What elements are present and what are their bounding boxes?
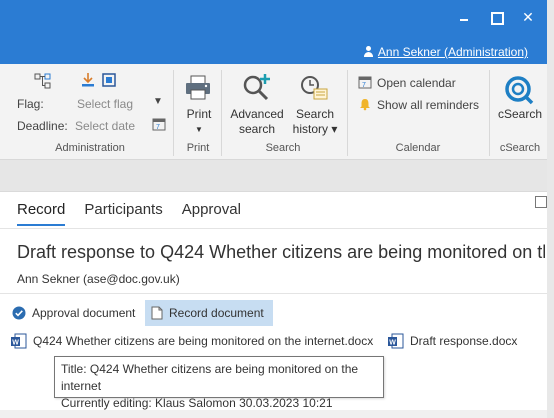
approval-document-tab[interactable]: Approval document — [6, 300, 141, 326]
bell-icon — [360, 99, 370, 111]
csearch-icon[interactable] — [504, 75, 534, 105]
check-circle-icon — [12, 306, 26, 320]
advanced-search-label-line1: Advanced — [230, 107, 284, 121]
svg-text:7: 7 — [362, 82, 366, 89]
group-separator — [347, 70, 348, 156]
maximize-button[interactable] — [488, 10, 504, 25]
group-title-search: Search — [265, 142, 301, 154]
word-document-icon: W — [388, 333, 404, 349]
search-history-label-line1: Search — [295, 107, 335, 121]
flag-label: Flag: — [17, 97, 44, 111]
print-label: Print — [186, 107, 212, 121]
group-title-administration: Administration — [55, 142, 125, 154]
deadline-label: Deadline: — [17, 119, 68, 133]
advanced-search-button[interactable]: Advanced search — [226, 107, 288, 137]
approval-document-label: Approval document — [32, 306, 136, 320]
search-history-icon[interactable] — [300, 74, 330, 102]
show-all-reminders-button[interactable]: Show all reminders — [377, 98, 479, 112]
file-item[interactable]: W Draft response.docx — [388, 333, 517, 349]
word-document-icon: W — [11, 333, 27, 349]
record-title: Draft response to Q424 Whether citizens … — [17, 242, 545, 262]
group-separator — [489, 70, 490, 156]
file-item[interactable]: W Q424 Whether citizens are being monito… — [11, 333, 373, 349]
csearch-button[interactable]: cSearch — [496, 107, 544, 122]
svg-text:W: W — [12, 340, 19, 347]
tooltip-title-line: Title: Q424 Whether citizens are being m… — [61, 362, 359, 393]
close-button[interactable]: ✕ — [520, 10, 536, 24]
scan-icon[interactable] — [101, 72, 117, 88]
group-separator — [173, 70, 174, 156]
user-name-link[interactable]: Ann Sekner (Administration) — [378, 45, 528, 59]
calendar-icon: 7 — [358, 76, 372, 89]
record-document-label: Record document — [169, 306, 264, 320]
chevron-down-icon: ▼ — [195, 125, 203, 134]
advanced-search-icon[interactable] — [241, 73, 273, 103]
tab-record[interactable]: Record — [17, 201, 66, 226]
divider — [0, 228, 547, 229]
popout-icon[interactable] — [535, 196, 547, 208]
flag-select[interactable]: Select flag — [77, 97, 133, 111]
file-name: Draft response.docx — [410, 334, 518, 348]
search-history-button[interactable]: Search history ▾ — [290, 107, 340, 137]
bottom-strip — [0, 410, 547, 418]
divider — [0, 293, 547, 294]
window-border — [547, 0, 554, 418]
print-button[interactable]: Print ▼ — [179, 107, 219, 137]
svg-text:7: 7 — [156, 124, 160, 131]
record-tabs: Record Participants Approval — [17, 201, 260, 226]
document-icon — [151, 306, 163, 320]
open-calendar-button[interactable]: Open calendar — [377, 76, 456, 90]
user-account[interactable]: Ann Sekner (Administration) — [363, 45, 528, 59]
group-title-print: Print — [186, 142, 210, 154]
search-history-label-line2: history ▾ — [292, 122, 338, 136]
minimize-button[interactable] — [456, 10, 472, 24]
chevron-down-icon[interactable]: ▼ — [153, 96, 163, 107]
user-icon — [363, 46, 374, 58]
group-title-calendar: Calendar — [395, 142, 441, 154]
advanced-search-label-line2: search — [238, 122, 276, 136]
tab-participants[interactable]: Participants — [84, 201, 162, 226]
file-tooltip: Title: Q424 Whether citizens are being m… — [54, 356, 384, 410]
printer-icon[interactable] — [185, 75, 211, 101]
calendar-icon[interactable]: 7 — [152, 117, 166, 131]
workflow-icon — [34, 73, 51, 89]
deadline-date-picker[interactable]: Select date — [75, 119, 135, 133]
group-separator — [221, 70, 222, 156]
svg-text:W: W — [389, 340, 396, 347]
toolbar-strip — [0, 160, 547, 192]
record-document-tab[interactable]: Record document — [145, 300, 273, 326]
tab-approval[interactable]: Approval — [182, 201, 241, 226]
record-author: Ann Sekner (ase@doc.gov.uk) — [17, 272, 180, 286]
group-title-csearch: cSearch — [499, 142, 541, 154]
file-name: Q424 Whether citizens are being monitore… — [33, 334, 374, 348]
download-icon[interactable] — [80, 72, 96, 88]
